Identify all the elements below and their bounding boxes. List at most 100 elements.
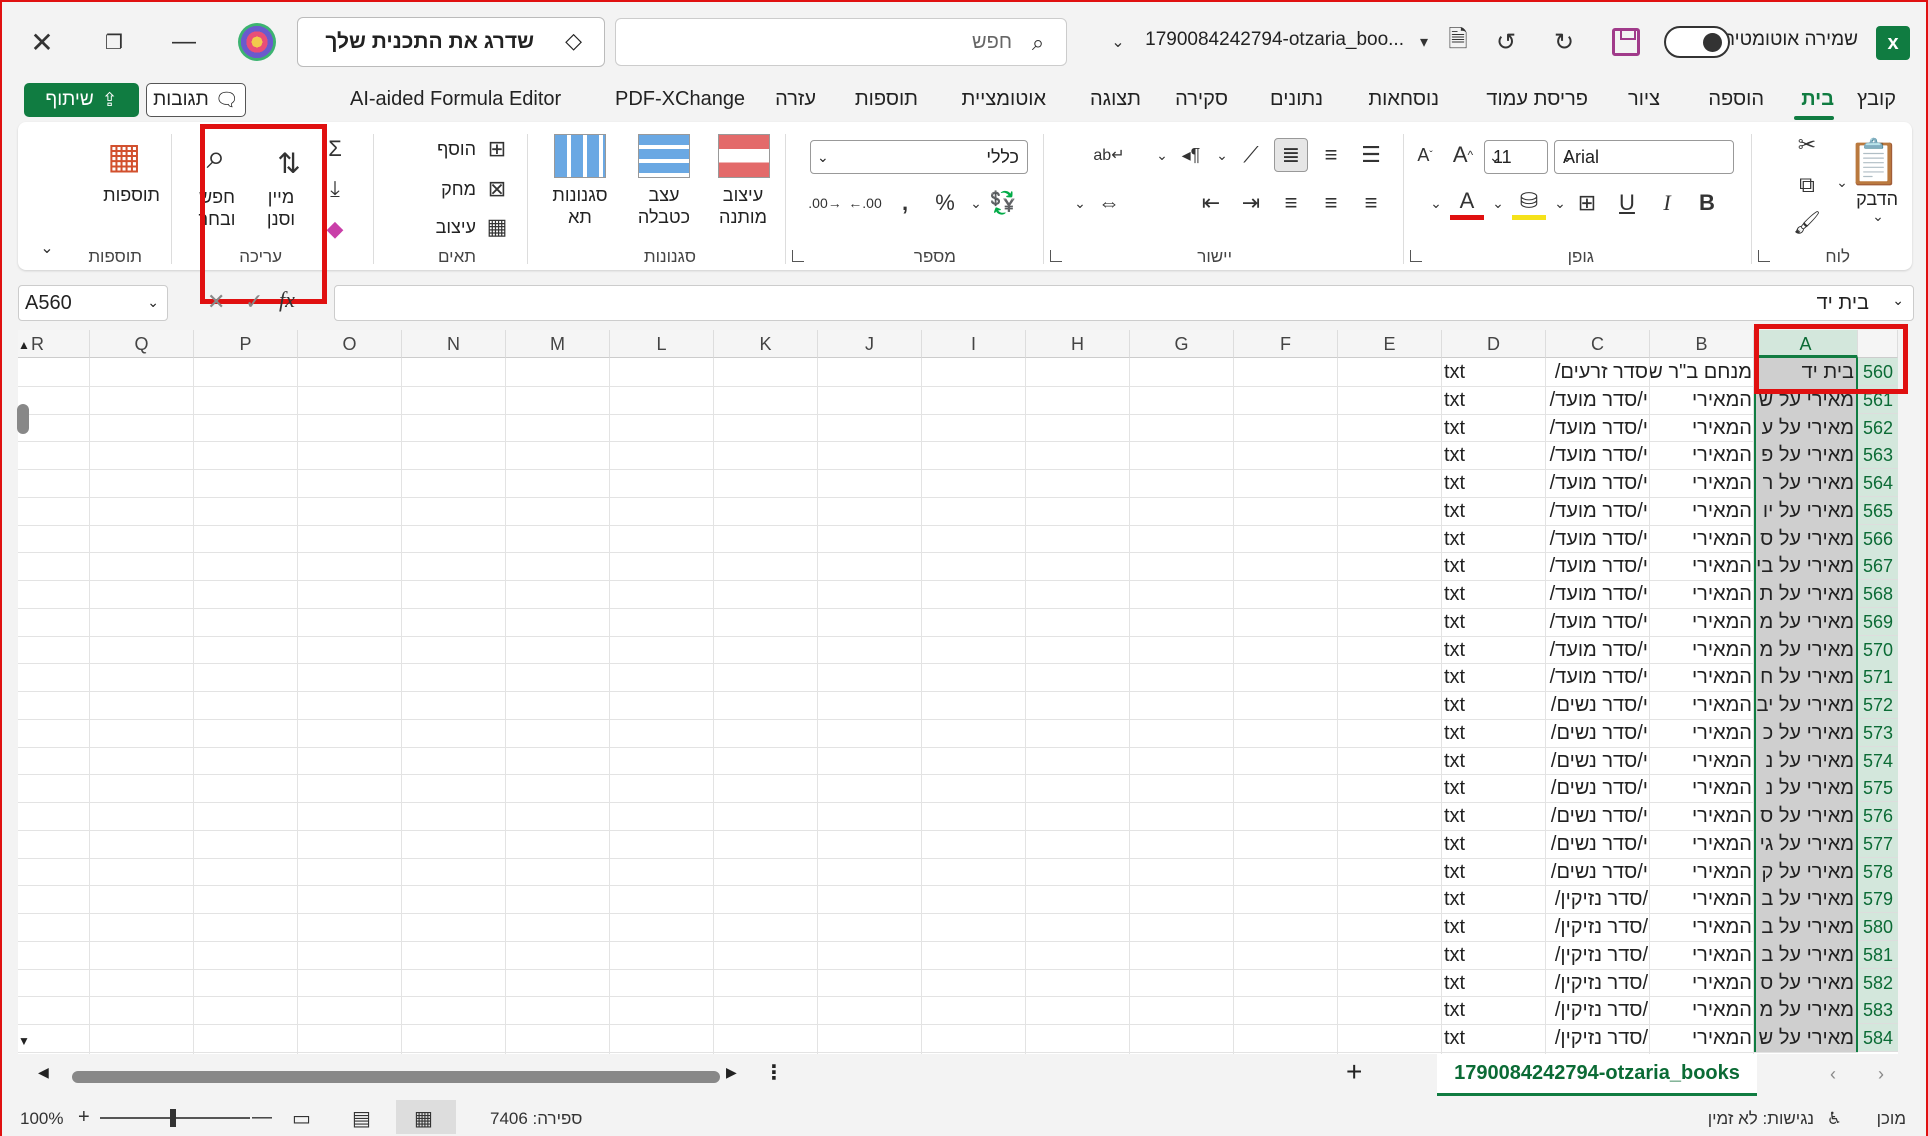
row-header[interactable]: 576	[1858, 802, 1898, 830]
orientation-icon[interactable]: ⟋	[1234, 138, 1268, 172]
cell-d570[interactable]: txt	[1442, 636, 1546, 664]
cell-c582[interactable]: /סדר נזיקין/	[1546, 969, 1650, 997]
tab-formulas[interactable]: נוסחאות	[1368, 88, 1439, 114]
column-header-c[interactable]: C	[1546, 330, 1650, 358]
cell-b577[interactable]: המאירי	[1650, 830, 1754, 858]
cell-d561[interactable]: txt	[1442, 386, 1546, 414]
cell-b572[interactable]: המאירי	[1650, 691, 1754, 719]
cell-d562[interactable]: txt	[1442, 414, 1546, 442]
align-bottom-icon[interactable]: ≣	[1274, 138, 1308, 172]
autosum-icon[interactable]: Σ	[318, 132, 352, 166]
cell-d566[interactable]: txt	[1442, 525, 1546, 553]
cell-d572[interactable]: txt	[1442, 691, 1546, 719]
cell-c580[interactable]: /סדר נזיקין/	[1546, 913, 1650, 941]
format-as-table-button[interactable]: עצב כטבלה	[622, 184, 706, 228]
search-input[interactable]: חפש	[972, 31, 1012, 54]
orientation-dropdown-icon[interactable]: ⌄	[1212, 138, 1232, 172]
zoom-out-icon[interactable]: —	[252, 1106, 272, 1129]
row-header[interactable]: 571	[1858, 663, 1898, 692]
cell-d571[interactable]: txt	[1442, 663, 1546, 691]
tab-home[interactable]: בית	[1801, 88, 1834, 114]
font-size-dropdown[interactable]: 11 ⌄	[1484, 140, 1548, 174]
percent-icon[interactable]: %	[928, 186, 962, 220]
cell-b580[interactable]: המאירי	[1650, 913, 1754, 941]
copy-icon[interactable]: ⧉	[1792, 170, 1822, 200]
cell-b564[interactable]: המאירי	[1650, 469, 1754, 497]
row-header[interactable]: 569	[1858, 607, 1898, 636]
font-color-icon[interactable]: A	[1450, 186, 1484, 220]
increase-decimal-icon[interactable]: ←.00	[848, 186, 882, 220]
fill-down-icon[interactable]: ⤓	[318, 172, 352, 206]
column-header-b[interactable]: B	[1650, 330, 1754, 358]
paste-icon[interactable]: 📋	[1844, 134, 1904, 190]
cell-d581[interactable]: txt	[1442, 941, 1546, 969]
row-header[interactable]: 561	[1858, 385, 1898, 414]
tab-pdf-xchange[interactable]: PDF-XChange	[615, 88, 745, 114]
cell-b571[interactable]: המאירי	[1650, 663, 1754, 691]
tab-help[interactable]: עזרה	[775, 88, 816, 114]
sheet-tab[interactable]: 1790084242794-otzaria_books	[1437, 1054, 1757, 1096]
clear-icon[interactable]: ◆	[318, 212, 352, 246]
cell-d573[interactable]: txt	[1442, 719, 1546, 747]
tab-draw[interactable]: ציור	[1628, 88, 1660, 114]
conditional-formatting-button[interactable]: עיצוב מותנה	[698, 184, 788, 228]
cell-b563[interactable]: המאירי	[1650, 441, 1754, 469]
column-header-q[interactable]: Q	[90, 330, 194, 358]
format-cells-icon[interactable]: ▦	[482, 212, 512, 242]
redo-icon[interactable]: ↻	[1542, 20, 1586, 64]
scroll-left-icon[interactable]: ◀	[38, 1064, 49, 1081]
borders-dropdown-icon[interactable]: ⌄	[1550, 186, 1570, 220]
align-center-icon[interactable]: ≡	[1314, 186, 1348, 220]
tab-ai-formula-editor[interactable]: AI-aided Formula Editor	[350, 88, 561, 114]
number-launcher-icon[interactable]	[792, 250, 804, 262]
fill-color-dropdown-icon[interactable]: ⌄	[1488, 186, 1508, 220]
paste-dropdown-icon[interactable]: ⌄	[1858, 208, 1898, 225]
decrease-font-icon[interactable]: Aˇ	[1408, 138, 1442, 172]
sort-filter-icon[interactable]: ⇅	[272, 138, 306, 188]
copy-dropdown-icon[interactable]: ⌄	[1832, 174, 1852, 191]
merge-center-icon[interactable]: ⇔	[1092, 186, 1126, 220]
font-color-dropdown-icon[interactable]: ⌄	[1426, 186, 1446, 220]
row-header[interactable]: 567	[1858, 552, 1898, 581]
cell-d565[interactable]: txt	[1442, 497, 1546, 525]
tab-insert[interactable]: הוספה	[1708, 88, 1764, 114]
font-launcher-icon[interactable]	[1410, 250, 1422, 262]
text-direction-dropdown-icon[interactable]: ⌄	[1152, 138, 1172, 172]
cancel-icon[interactable]: ✕	[207, 289, 225, 315]
align-top-icon[interactable]: ☰	[1354, 138, 1388, 172]
increase-indent-icon[interactable]: ⇥	[1234, 186, 1268, 220]
insert-cells-icon[interactable]: ⊞	[482, 134, 512, 164]
vertical-scrollbar[interactable]: ▲ ▼	[14, 338, 32, 1054]
cell-c571[interactable]: י/סדר מועד/	[1546, 663, 1650, 691]
search-box[interactable]: חפש ⌕	[615, 18, 1067, 66]
merge-dropdown-icon[interactable]: ⌄	[1070, 186, 1090, 220]
cell-d583[interactable]: txt	[1442, 996, 1546, 1024]
format-cells-button[interactable]: עיצוב	[436, 216, 476, 238]
accounting-dropdown-icon[interactable]: ⌄	[966, 186, 986, 220]
worksheet-grid[interactable]: A B C D E F G H I J K L M N O P Q R 560 בית יד מנחם ב"ר ש סדר…	[18, 330, 1898, 1054]
cell-d584[interactable]: txt	[1442, 1024, 1546, 1052]
italic-icon[interactable]: I	[1650, 186, 1684, 220]
cell-b584[interactable]: המאירי	[1650, 1024, 1754, 1052]
row-header[interactable]: 584	[1858, 1024, 1898, 1052]
cell-c570[interactable]: י/סדר מועד/	[1546, 636, 1650, 664]
tab-automate[interactable]: אוטומציית	[962, 88, 1046, 114]
tab-page-layout[interactable]: פריסת עמוד	[1486, 88, 1588, 114]
fill-color-icon[interactable]: ⛁	[1512, 186, 1546, 220]
cell-b570[interactable]: המאירי	[1650, 636, 1754, 664]
chevron-down-icon[interactable]: ⌄	[1096, 20, 1140, 64]
cell-c583[interactable]: /סדר נזיקין/	[1546, 996, 1650, 1024]
share-button[interactable]: שיתוף ⇪	[24, 83, 139, 117]
row-header[interactable]: 568	[1858, 580, 1898, 608]
cell-b573[interactable]: המאירי	[1650, 719, 1754, 747]
tab-addins[interactable]: תוספות	[855, 88, 918, 114]
comma-style-icon[interactable]: ,	[888, 186, 922, 220]
conditional-formatting-icon[interactable]	[718, 134, 770, 178]
column-header-a[interactable]: A	[1754, 330, 1858, 358]
cell-b579[interactable]: המאירי	[1650, 885, 1754, 913]
row-header[interactable]: 563	[1858, 441, 1898, 470]
tab-data[interactable]: נתונים	[1270, 88, 1323, 114]
row-header[interactable]: 580	[1858, 913, 1898, 941]
minimize-icon[interactable]: —	[162, 20, 206, 64]
cell-b560[interactable]: מנחם ב"ר ש	[1650, 358, 1754, 386]
